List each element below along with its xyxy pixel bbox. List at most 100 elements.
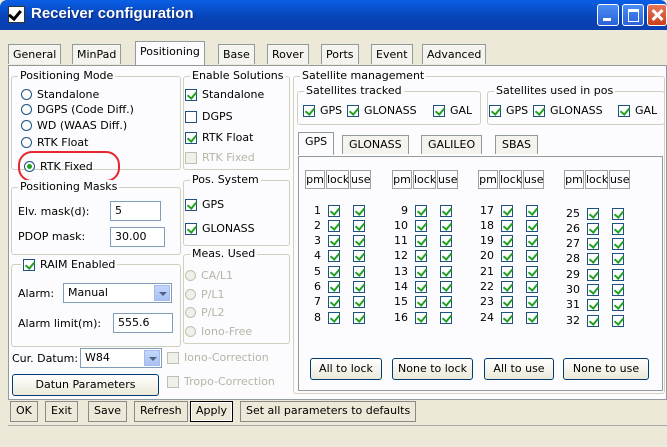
alarm-select[interactable]: Manual	[63, 283, 172, 303]
use-checkbox[interactable]	[526, 281, 538, 293]
use-checkbox[interactable]	[353, 235, 365, 247]
lock-checkbox[interactable]	[501, 296, 513, 308]
raim-enabled-checkbox[interactable]: RAIM Enabled	[21, 258, 118, 271]
use-checkbox[interactable]	[353, 266, 365, 278]
lock-checkbox[interactable]	[328, 312, 340, 324]
datum-select[interactable]: W84	[80, 348, 162, 368]
use-checkbox[interactable]	[440, 266, 452, 278]
mode-rtk-float[interactable]: RTK Float	[21, 136, 88, 149]
pos-gps-checkbox[interactable]: GPS	[185, 198, 224, 211]
tab-advanced[interactable]: Advanced	[422, 44, 487, 64]
subtab-galileo[interactable]: GALILEO	[421, 135, 483, 154]
lock-checkbox[interactable]	[415, 220, 427, 232]
mode-standalone[interactable]: Standalone	[21, 88, 99, 101]
lock-checkbox[interactable]	[328, 250, 340, 262]
use-checkbox[interactable]	[612, 208, 624, 220]
use-checkbox[interactable]	[612, 284, 624, 296]
solution-rtk-float-checkbox[interactable]: RTK Float	[185, 131, 253, 144]
lock-checkbox[interactable]	[415, 312, 427, 324]
checkbox-icon[interactable]	[185, 110, 197, 123]
used-glonass-checkbox[interactable]: GLONASS	[533, 104, 603, 117]
use-checkbox[interactable]	[526, 266, 538, 278]
exit-button[interactable]: Exit	[45, 401, 78, 422]
checkbox-icon[interactable]	[303, 104, 315, 117]
title-bar[interactable]: Receiver configuration	[0, 0, 667, 30]
use-checkbox[interactable]	[440, 235, 452, 247]
use-checkbox[interactable]	[612, 315, 624, 327]
tracked-gal-checkbox[interactable]: GAL	[433, 104, 472, 117]
use-checkbox[interactable]	[526, 220, 538, 232]
use-checkbox[interactable]	[612, 238, 624, 250]
tab-event[interactable]: Event	[371, 44, 413, 64]
save-button[interactable]: Save	[88, 401, 128, 422]
lock-checkbox[interactable]	[587, 208, 599, 220]
mode-wd[interactable]: WD (WAAS Diff.)	[21, 119, 127, 132]
elv-mask-input[interactable]: 5	[110, 201, 161, 221]
lock-checkbox[interactable]	[501, 220, 513, 232]
lock-checkbox[interactable]	[587, 269, 599, 281]
lock-checkbox[interactable]	[415, 250, 427, 262]
tab-minpad[interactable]: MinPad	[72, 44, 122, 64]
mode-dgps[interactable]: DGPS (Code Diff.)	[21, 103, 134, 116]
lock-checkbox[interactable]	[328, 205, 340, 217]
checkbox-icon[interactable]	[433, 104, 445, 117]
lock-checkbox[interactable]	[501, 281, 513, 293]
tracked-glonass-checkbox[interactable]: GLONASS	[347, 104, 417, 117]
all-to-lock-button[interactable]: All to lock	[310, 358, 382, 380]
lock-checkbox[interactable]	[328, 266, 340, 278]
use-checkbox[interactable]	[440, 220, 452, 232]
subtab-glonass[interactable]: GLONASS	[342, 135, 409, 154]
alarm-limit-input[interactable]: 555.6	[113, 313, 173, 333]
lock-checkbox[interactable]	[501, 312, 513, 324]
none-to-use-button[interactable]: None to use	[563, 358, 649, 380]
mode-rtk-fixed[interactable]: RTK Fixed	[24, 160, 93, 173]
use-checkbox[interactable]	[440, 281, 452, 293]
lock-checkbox[interactable]	[587, 253, 599, 265]
use-checkbox[interactable]	[353, 281, 365, 293]
lock-checkbox[interactable]	[587, 284, 599, 296]
use-checkbox[interactable]	[353, 312, 365, 324]
lock-checkbox[interactable]	[328, 235, 340, 247]
ok-button[interactable]: OK	[10, 401, 38, 422]
none-to-lock-button[interactable]: None to lock	[392, 358, 473, 380]
refresh-button[interactable]: Refresh	[134, 401, 188, 422]
lock-checkbox[interactable]	[415, 205, 427, 217]
minimize-button[interactable]	[597, 4, 619, 26]
lock-checkbox[interactable]	[587, 315, 599, 327]
set-defaults-button[interactable]: Set all parameters to defaults	[240, 401, 417, 422]
tab-general[interactable]: General	[8, 44, 62, 64]
used-gal-checkbox[interactable]: GAL	[618, 104, 657, 117]
lock-checkbox[interactable]	[501, 235, 513, 247]
pdop-mask-input[interactable]: 30.00	[110, 227, 165, 247]
apply-button[interactable]: Apply	[190, 401, 234, 422]
chevron-down-icon[interactable]	[154, 285, 170, 301]
use-checkbox[interactable]	[612, 269, 624, 281]
lock-checkbox[interactable]	[587, 299, 599, 311]
chevron-down-icon[interactable]	[144, 350, 160, 366]
checkbox-icon[interactable]	[489, 104, 501, 117]
lock-checkbox[interactable]	[328, 281, 340, 293]
radio-icon[interactable]	[21, 104, 32, 115]
close-button[interactable]	[647, 4, 667, 26]
tab-rover[interactable]: Rover	[267, 44, 309, 64]
use-checkbox[interactable]	[526, 250, 538, 262]
datum-parameters-button[interactable]: Datun Parameters	[12, 374, 159, 396]
checkbox-icon[interactable]	[185, 131, 197, 144]
lock-checkbox[interactable]	[415, 281, 427, 293]
subtab-sbas[interactable]: SBAS	[495, 135, 539, 154]
checkbox-icon[interactable]	[533, 104, 545, 117]
radio-selected-icon[interactable]	[24, 161, 35, 172]
use-checkbox[interactable]	[612, 253, 624, 265]
tab-ports[interactable]: Ports	[321, 44, 359, 64]
lock-checkbox[interactable]	[415, 296, 427, 308]
lock-checkbox[interactable]	[587, 223, 599, 235]
use-checkbox[interactable]	[526, 296, 538, 308]
radio-icon[interactable]	[21, 120, 32, 131]
lock-checkbox[interactable]	[587, 238, 599, 250]
use-checkbox[interactable]	[353, 220, 365, 232]
tab-positioning[interactable]: Positioning	[135, 41, 205, 65]
use-checkbox[interactable]	[440, 250, 452, 262]
tab-base[interactable]: Base	[218, 44, 255, 64]
lock-checkbox[interactable]	[501, 266, 513, 278]
subtab-gps[interactable]: GPS	[298, 132, 335, 155]
